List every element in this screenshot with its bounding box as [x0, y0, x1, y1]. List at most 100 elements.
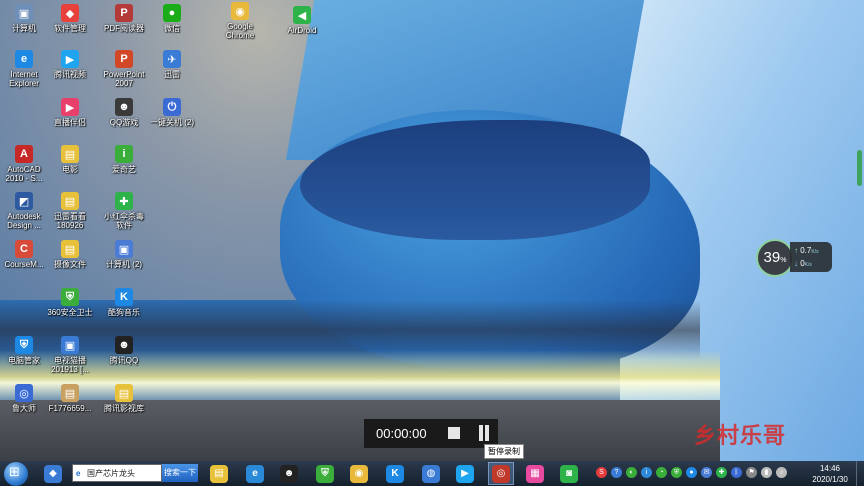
- shield-icon[interactable]: ◐: [626, 467, 637, 478]
- desktop-icon[interactable]: ⛨ 电脑管家: [0, 336, 48, 365]
- app-icon: ⏻: [163, 98, 181, 116]
- app-icon: A: [15, 145, 33, 163]
- app-icon: ☻: [115, 336, 133, 354]
- folder-icon: ▤: [210, 464, 228, 483]
- desktop-icon[interactable]: i 爱奇艺: [100, 145, 148, 174]
- desktop-icon-label: 腾讯影视库: [104, 404, 144, 413]
- upload-unit: K/s: [811, 249, 819, 255]
- desktop[interactable]: ▣ 计算机 ◆ 软件管理 P PDF阅读器 ● 微信 ◉ Google Chrome ◀ AirDro…: [0, 0, 864, 461]
- desktop-icon[interactable]: ⛨ 360安全卫士: [46, 288, 94, 317]
- taskbar-app-tencent-video[interactable]: ▶: [452, 462, 478, 485]
- mail-icon[interactable]: ✉: [701, 467, 712, 478]
- taskbar-clock[interactable]: 14:46 2020/1/30: [808, 463, 852, 485]
- desktop-icon-label: 软件管理: [54, 24, 86, 33]
- desktop-icon[interactable]: ◆ 软件管理: [46, 4, 94, 33]
- taskbar-app-recorder[interactable]: ◎: [488, 462, 514, 485]
- app-icon: ▣: [115, 240, 133, 258]
- desktop-icon[interactable]: ◉ Google Chrome: [216, 2, 264, 40]
- app-icon: ◩: [15, 192, 33, 210]
- taskbar-app-kugou[interactable]: K: [382, 462, 408, 485]
- desktop-icon-label: 摄像文件: [54, 260, 86, 269]
- app-icon: P: [115, 4, 133, 22]
- recording-time: 00:00:00: [376, 426, 427, 441]
- taskbar-app-qq-penguin[interactable]: ☻: [276, 462, 302, 485]
- search-button[interactable]: 搜索一下: [162, 464, 198, 482]
- desktop-icon[interactable]: ◀ AirDroid: [278, 6, 326, 35]
- security-icon[interactable]: ⛨: [671, 467, 682, 478]
- desktop-icon[interactable]: ▣ 计算机: [0, 4, 48, 33]
- desktop-icon[interactable]: P PowerPoint 2007: [100, 50, 148, 88]
- chrome-icon: ◉: [350, 464, 368, 483]
- desktop-icon[interactable]: ◩ Autodesk Design ...: [0, 192, 48, 230]
- desktop-icon[interactable]: ▣ 计算机 (2): [100, 240, 148, 269]
- taskbar-app-safe[interactable]: ◆: [40, 462, 66, 485]
- app-icon: ◀: [293, 6, 311, 24]
- app-icon: ⛨: [61, 288, 79, 306]
- desktop-icon-label: 酷狗音乐: [108, 308, 140, 317]
- start-button[interactable]: [4, 462, 28, 486]
- desktop-icon[interactable]: ⏻ 一键关机 (2): [148, 98, 196, 127]
- desktop-icon[interactable]: ▤ 迅雷看看 180926: [46, 192, 94, 230]
- sogou-ime-icon[interactable]: S: [596, 467, 607, 478]
- taskbar-app-chrome[interactable]: ◉: [346, 462, 372, 485]
- desktop-icon-label: Google Chrome: [225, 22, 255, 40]
- taskbar-app-aiqiyi-app[interactable]: ◙: [556, 462, 582, 485]
- stop-recording-button[interactable]: [448, 427, 460, 439]
- desktop-icon[interactable]: ▶ 腾讯视频: [46, 50, 94, 79]
- volume-icon[interactable]: ♪: [776, 467, 787, 478]
- flag-icon[interactable]: ⚑: [746, 467, 757, 478]
- kugou-icon: K: [386, 464, 404, 483]
- network-icon[interactable]: ▮: [761, 467, 772, 478]
- desktop-icon[interactable]: ● 微信: [148, 4, 196, 33]
- side-scroll-tab[interactable]: [857, 150, 862, 186]
- desktop-icon[interactable]: P PDF阅读器: [100, 4, 148, 33]
- desktop-icon-label: AutoCAD 2010 - S...: [5, 165, 43, 183]
- info-icon[interactable]: i: [641, 467, 652, 478]
- desktop-icon[interactable]: ▤ 腾讯影视库: [100, 384, 148, 413]
- app-icon: ▶: [61, 50, 79, 68]
- taskbar: ◆ e 国产芯片龙头 搜索一下 ▤ e ☻ ⛨ ◉ K ◍ ▶ ◎ ▦ ◙ S? ◐ i ◔ ⛨ ● ✉ ✚ ᛒ ⚑ ▮ ♪…: [0, 461, 864, 486]
- desktop-icon[interactable]: e Internet Explorer: [0, 50, 48, 88]
- taskbar-app-folder[interactable]: ▤: [206, 462, 232, 485]
- chat-icon[interactable]: ●: [686, 467, 697, 478]
- bluetooth-icon[interactable]: ᛒ: [731, 467, 742, 478]
- desktop-icon[interactable]: ▣ 电视猫播 201913 [...: [46, 336, 94, 374]
- pause-recording-button[interactable]: [478, 425, 490, 441]
- app-icon: ◉: [231, 2, 249, 20]
- desktop-icon[interactable]: ▤ 摄像文件: [46, 240, 94, 269]
- desktop-icon-label: 迅雷看看 180926: [54, 212, 86, 230]
- desktop-icon[interactable]: K 酷狗音乐: [100, 288, 148, 317]
- desktop-icon-label: PowerPoint 2007: [103, 70, 145, 88]
- desktop-icon-label: AirDroid: [287, 26, 317, 35]
- taskbar-app-metro[interactable]: ▦: [522, 462, 548, 485]
- download-speed: ↓ 0K/s: [794, 259, 812, 268]
- desktop-icon[interactable]: ▤ F1776659...: [46, 384, 94, 413]
- desktop-icon[interactable]: ✚ 小红伞杀毒 软件: [100, 192, 148, 230]
- show-desktop-button[interactable]: [856, 461, 864, 486]
- desktop-icon[interactable]: A AutoCAD 2010 - S...: [0, 145, 48, 183]
- desktop-icon-label: 电视猫播 201913 [...: [51, 356, 89, 374]
- desktop-icon-label: Internet Explorer: [9, 70, 39, 88]
- taskbar-search-input[interactable]: e 国产芯片龙头: [72, 464, 162, 482]
- help-icon[interactable]: ?: [611, 467, 622, 478]
- 360-icon: ⛨: [316, 464, 334, 483]
- desktop-icon[interactable]: ▤ 电影: [46, 145, 94, 174]
- taskbar-app-qq-browser[interactable]: ◍: [418, 462, 444, 485]
- app-icon: C: [15, 240, 33, 258]
- desktop-icon[interactable]: ✈ 迅雷: [148, 50, 196, 79]
- desktop-icon[interactable]: ☻ 腾讯QQ: [100, 336, 148, 365]
- app-icon: i: [115, 145, 133, 163]
- desktop-icon[interactable]: ◎ 鲁大师: [0, 384, 48, 413]
- desktop-icon[interactable]: C CourseM...: [0, 240, 48, 269]
- screen-recorder-bar: 00:00:00: [364, 419, 498, 448]
- antivirus-icon[interactable]: ✚: [716, 467, 727, 478]
- app-icon: ▤: [115, 384, 133, 402]
- net-speed-icon[interactable]: ◔: [656, 467, 667, 478]
- app-icon: K: [115, 288, 133, 306]
- taskbar-app-edge[interactable]: e: [242, 462, 268, 485]
- desktop-icon[interactable]: ☻ QQ游戏: [100, 98, 148, 127]
- taskbar-app-360[interactable]: ⛨: [312, 462, 338, 485]
- speed-widget[interactable]: 39% ↑ 0.7K/s ↓ 0K/s: [756, 239, 832, 277]
- desktop-icon[interactable]: ▶ 直播伴侣: [46, 98, 94, 127]
- speed-percent-ring[interactable]: 39%: [756, 239, 794, 277]
